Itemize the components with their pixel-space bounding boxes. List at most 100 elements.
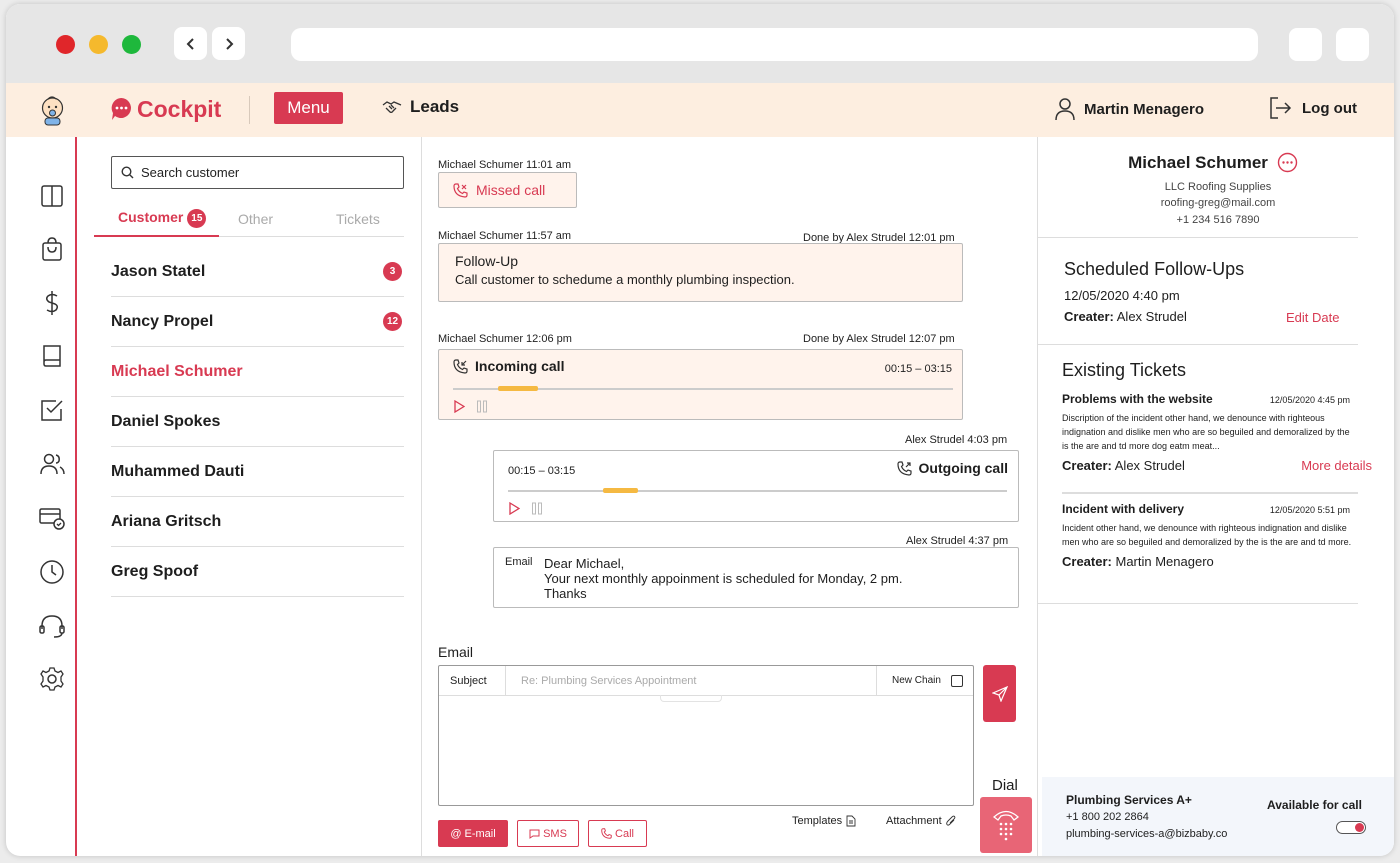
company-email: plumbing-services-a@bizbaby.co xyxy=(1066,828,1228,840)
details-panel: Michael Schumer LLC Roofing Supplies roo… xyxy=(1038,137,1394,856)
incoming-call-card[interactable]: Incoming call 00:15 – 03:15 xyxy=(438,349,963,420)
settings-icon[interactable] xyxy=(39,666,65,692)
customer-item[interactable]: Muhammed Dauti xyxy=(111,447,404,497)
toggle-knob xyxy=(1355,823,1364,832)
user-profile[interactable]: Martin Menagero xyxy=(1054,97,1204,121)
minimize-window-dot[interactable] xyxy=(89,35,108,54)
sms-channel-button[interactable]: SMS xyxy=(517,820,579,847)
missed-call-meta: Michael Schumer 11:01 am xyxy=(438,159,572,171)
followups-heading: Scheduled Follow-Ups xyxy=(1064,259,1245,279)
users-icon[interactable] xyxy=(39,451,65,477)
customer-item[interactable]: Greg Spoof xyxy=(111,547,404,597)
templates-button[interactable]: Templates xyxy=(792,815,856,827)
maximize-window-dot[interactable] xyxy=(122,35,141,54)
ticket-date: 12/05/2020 4:45 pm xyxy=(1269,395,1350,405)
menu-button[interactable]: Menu xyxy=(274,92,343,124)
customer-item[interactable]: Daniel Spokes xyxy=(111,397,404,447)
app-header: Cockpit Menu Leads Martin Menagero Log o… xyxy=(6,83,1394,137)
email-line: Thanks xyxy=(544,586,587,601)
new-chain-checkbox[interactable] xyxy=(950,674,963,687)
logout-label: Log out xyxy=(1302,99,1357,117)
tab-other[interactable]: Other xyxy=(238,211,273,227)
checkbox-icon[interactable] xyxy=(39,397,65,423)
subject-input[interactable]: Re: Plumbing Services Appointment xyxy=(521,675,696,687)
available-label: Available for call xyxy=(1267,798,1362,812)
headset-icon[interactable] xyxy=(39,613,65,639)
tab-customer[interactable]: Customer 15 xyxy=(118,209,207,228)
clock-icon[interactable] xyxy=(39,559,65,585)
unread-badge: 3 xyxy=(383,262,402,281)
close-window-dot[interactable] xyxy=(56,35,75,54)
followup-date: 12/05/2020 4:40 pm xyxy=(1064,288,1180,303)
more-options-icon[interactable] xyxy=(1277,152,1298,173)
subject-label: Subject xyxy=(439,666,506,695)
customer-count-badge: 15 xyxy=(187,209,207,228)
email-channel-button[interactable]: @ E-mail xyxy=(438,820,508,847)
customer-item[interactable]: Ariana Gritsch xyxy=(111,497,404,547)
compose-label: Email xyxy=(438,644,474,660)
dollar-icon[interactable] xyxy=(39,290,65,316)
dial-button[interactable] xyxy=(980,797,1032,853)
edit-date-link[interactable]: Edit Date xyxy=(1286,310,1339,325)
incoming-call-label: Incoming call xyxy=(475,358,565,374)
outgoing-meta: Alex Strudel 4:03 pm xyxy=(905,434,1008,446)
logout-button[interactable]: Log out xyxy=(1268,96,1357,120)
customer-item[interactable]: Nancy Propel 12 xyxy=(111,297,404,347)
email-channel-label: E-mail xyxy=(464,827,496,840)
customer-name: Jason Statel xyxy=(111,262,206,280)
send-button[interactable] xyxy=(983,665,1016,722)
incoming-audio-progress xyxy=(498,386,538,391)
customer-name: Ariana Gritsch xyxy=(111,512,222,530)
billing-icon[interactable] xyxy=(39,505,65,531)
leads-link[interactable]: Leads xyxy=(382,97,459,117)
contact-email[interactable]: roofing-greg@mail.com xyxy=(1038,197,1394,209)
new-chain-option[interactable]: New Chain xyxy=(876,666,973,695)
customer-name: Daniel Spokes xyxy=(111,412,221,430)
outgoing-call-card[interactable]: 00:15 – 03:15 Outgoing call xyxy=(493,450,1019,522)
customer-tabs: Customer 15 Other Tickets xyxy=(94,207,404,237)
call-channel-button[interactable]: Call xyxy=(588,820,647,847)
browser-action-button[interactable] xyxy=(1289,28,1322,61)
email-message-card[interactable]: Email Dear Michael, Your next monthly ap… xyxy=(493,547,1019,608)
book-icon[interactable] xyxy=(39,343,65,369)
ticket-description: Incident other hand, we denounce with ri… xyxy=(1062,523,1352,547)
app-title: Cockpit xyxy=(137,96,222,122)
contact-phone[interactable]: +1 234 516 7890 xyxy=(1038,214,1394,226)
more-details-link[interactable]: More details xyxy=(1301,458,1372,473)
play-icon[interactable] xyxy=(453,400,465,413)
forward-button[interactable] xyxy=(212,27,245,60)
search-input[interactable]: Search customer xyxy=(111,156,404,189)
customer-item[interactable]: Jason Statel 3 xyxy=(111,247,404,297)
available-toggle[interactable] xyxy=(1336,821,1366,834)
tab-tickets[interactable]: Tickets xyxy=(336,211,380,227)
ticket-title: Problems with the website xyxy=(1062,392,1213,406)
tickets-heading: Existing Tickets xyxy=(1062,360,1187,380)
url-bar[interactable] xyxy=(291,28,1258,61)
ticket-divider xyxy=(1062,492,1358,494)
email-compose-box[interactable]: Subject Re: Plumbing Services Appointmen… xyxy=(438,665,974,806)
call-icon xyxy=(601,828,612,839)
customer-item-active[interactable]: Michael Schumer xyxy=(111,347,404,397)
ticket-item[interactable]: Incident with delivery 12/05/2020 5:51 p… xyxy=(1062,502,1358,569)
browser-action-button[interactable] xyxy=(1336,28,1369,61)
outgoing-audio-track[interactable] xyxy=(508,488,1007,493)
missed-call-card[interactable]: Missed call xyxy=(438,172,577,208)
play-icon[interactable] xyxy=(508,502,520,515)
browser-window: Cockpit Menu Leads Martin Menagero Log o… xyxy=(6,4,1394,856)
layout-icon[interactable] xyxy=(39,183,65,209)
followup-card[interactable]: Follow-Up Call customer to schedume a mo… xyxy=(438,243,963,302)
missed-call-label: Missed call xyxy=(476,182,546,198)
shopping-bag-icon[interactable] xyxy=(39,236,65,262)
customer-panel: Search customer Customer 15 Other Tickets… xyxy=(94,137,422,856)
incoming-meta: Michael Schumer 12:06 pm xyxy=(438,333,572,345)
customer-name: Nancy Propel xyxy=(111,312,214,330)
attachment-button[interactable]: Attachment xyxy=(886,815,956,827)
pause-icon[interactable] xyxy=(531,502,543,515)
at-icon: @ xyxy=(450,827,462,840)
email-body-input[interactable] xyxy=(439,697,973,805)
pause-icon[interactable] xyxy=(476,400,488,413)
send-icon xyxy=(991,685,1008,702)
back-button[interactable] xyxy=(174,27,207,60)
ticket-item[interactable]: Problems with the website 12/05/2020 4:4… xyxy=(1062,392,1372,473)
incoming-audio-track[interactable] xyxy=(453,386,953,391)
